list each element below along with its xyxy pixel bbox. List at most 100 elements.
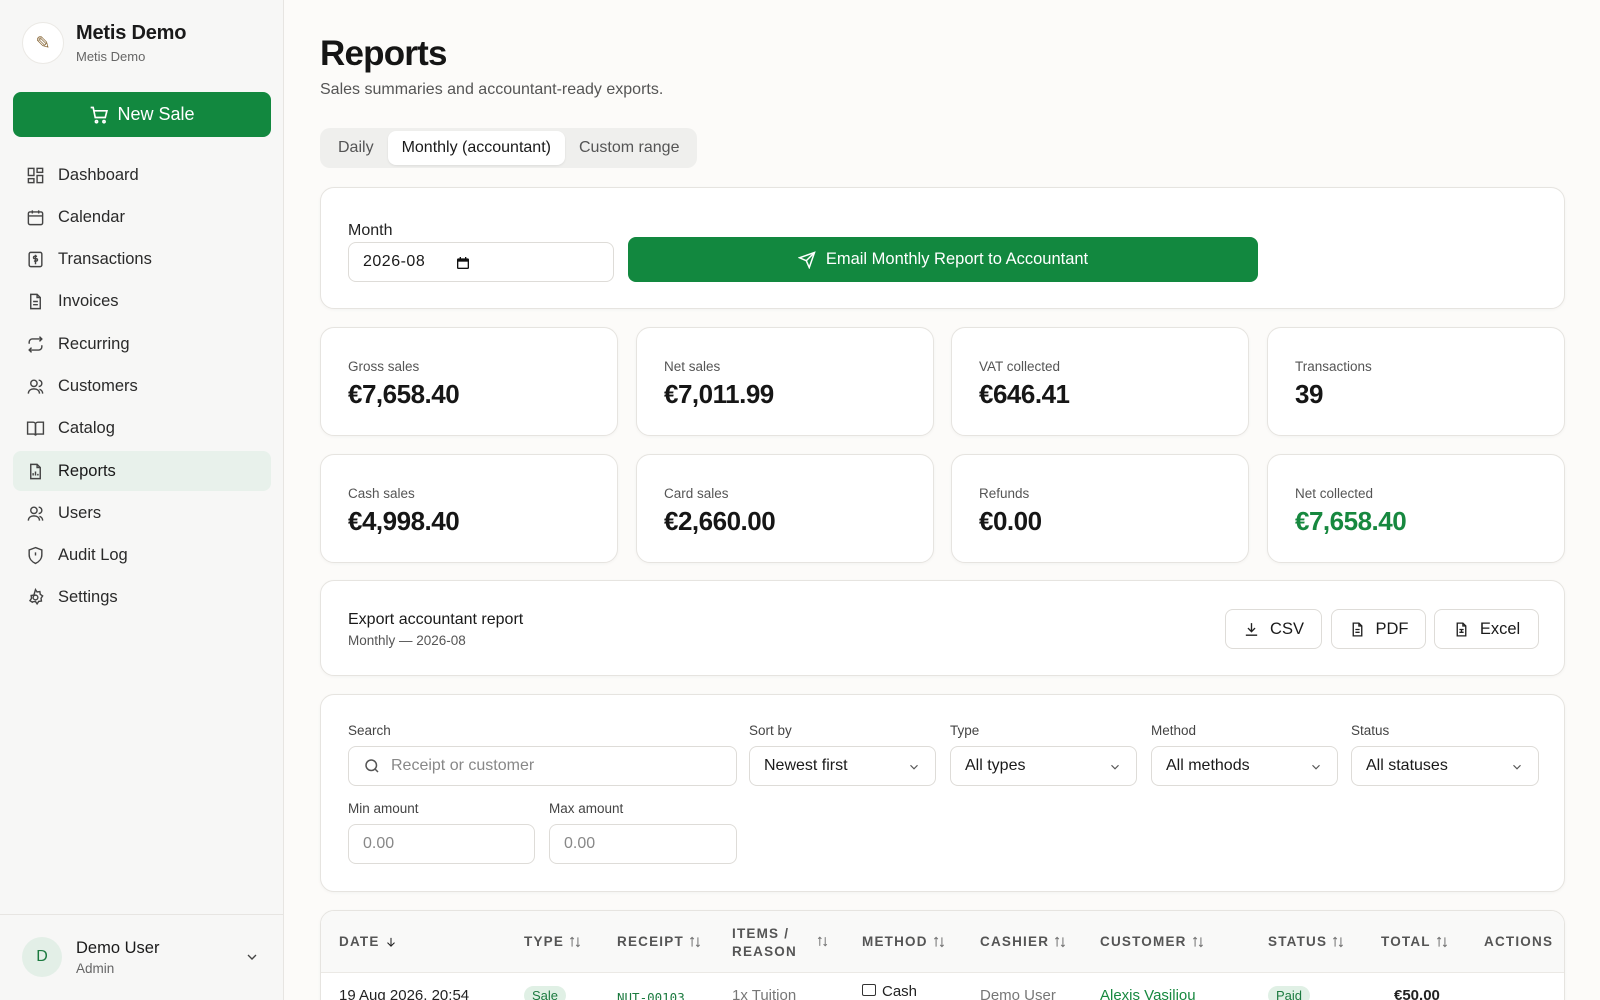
min-amount-placeholder: 0.00 [363, 835, 395, 852]
column-header-cashier[interactable]: CASHIER [980, 934, 1067, 949]
column-header-receipt[interactable]: RECEIPT [617, 934, 702, 949]
export-excel-button[interactable]: Excel [1434, 609, 1539, 649]
column-header-label: STATUS [1268, 934, 1328, 949]
brand[interactable]: ✎ Metis Demo Metis Demo [22, 22, 186, 64]
stat-transactions: Transactions 39 [1267, 327, 1565, 436]
cash-icon [862, 984, 876, 996]
brand-logo: ✎ [22, 22, 64, 64]
sidebar-item-calendar[interactable]: Calendar [13, 197, 271, 237]
chevron-down-icon[interactable] [244, 949, 260, 965]
sort-icon [933, 936, 944, 947]
sidebar-item-label: Reports [58, 461, 116, 480]
method-value: All methods [1166, 757, 1250, 774]
export-pdf-button[interactable]: PDF [1331, 609, 1426, 649]
user-role: Admin [76, 961, 115, 976]
column-header-label: REASON [732, 944, 797, 959]
report-icon [30, 463, 41, 479]
new-sale-button[interactable]: New Sale [13, 92, 271, 137]
status-select[interactable]: All statuses [1351, 746, 1539, 786]
avatar: D [22, 937, 62, 977]
users-icon [27, 506, 44, 521]
search-input[interactable]: Receipt or customer [348, 746, 737, 786]
column-header-label: ACTIONS [1484, 934, 1554, 949]
min-amount-label: Min amount [348, 801, 419, 816]
transactions-table: DATE TYPE RECEIPT ITEMS / REASON METHOD [320, 910, 1565, 1000]
sidebar-item-transactions[interactable]: Transactions [13, 240, 271, 280]
email-report-button[interactable]: Email Monthly Report to Accountant [628, 237, 1258, 282]
type-label: Type [950, 723, 980, 738]
sidebar-item-audit-log[interactable]: Audit Log [13, 536, 271, 576]
max-amount-label: Max amount [549, 801, 624, 816]
cart-icon [91, 106, 109, 124]
column-header-date[interactable]: DATE [339, 934, 398, 949]
brand-name: Metis Demo [76, 22, 187, 44]
column-header-method[interactable]: METHOD [862, 934, 946, 949]
column-header-items[interactable]: ITEMS / REASON [732, 925, 797, 961]
receipt-icon [28, 251, 43, 268]
sidebar-item-customers[interactable]: Customers [13, 366, 271, 406]
type-select[interactable]: All types [950, 746, 1137, 786]
sidebar-item-users[interactable]: Users [13, 493, 271, 533]
cell-type: Sale [524, 986, 567, 1000]
tab-monthly[interactable]: Monthly (accountant) [387, 131, 565, 165]
export-card: Export accountant report Monthly — 2026-… [320, 580, 1565, 676]
page-title: Reports [320, 34, 447, 73]
method-label: Method [1151, 723, 1197, 738]
stat-label: Net collected [1295, 486, 1374, 501]
cell-total: €50.00 [1394, 987, 1440, 1000]
send-icon [797, 250, 816, 269]
column-header-status[interactable]: STATUS [1268, 934, 1345, 949]
month-input[interactable]: 2026-08 [348, 242, 614, 282]
stat-net-sales: Net sales €7,011.99 [636, 327, 934, 436]
column-header-label: DATE [339, 934, 380, 949]
column-header-total[interactable]: TOTAL [1381, 934, 1449, 949]
sort-value: Newest first [764, 757, 848, 774]
method-select[interactable]: All methods [1151, 746, 1338, 786]
max-amount-input[interactable]: 0.00 [549, 824, 737, 864]
tab-custom-range[interactable]: Custom range [565, 131, 694, 165]
sidebar-item-catalog[interactable]: Catalog [13, 409, 271, 449]
column-header-label: TOTAL [1381, 934, 1431, 949]
sidebar-item-reports[interactable]: Reports [13, 451, 271, 492]
cell-status: Paid [1268, 986, 1311, 1000]
column-header-customer[interactable]: CUSTOMER [1100, 934, 1205, 949]
filter-card: Search Receipt or customer Sort by Newes… [320, 694, 1565, 892]
stat-card-sales: Card sales €2,660.00 [636, 454, 934, 563]
shield-icon [28, 546, 43, 565]
column-header-type[interactable]: TYPE [524, 934, 582, 949]
cell-date: 19 Aug 2026, 20:54 [339, 987, 470, 1000]
user-menu[interactable]: D Demo User Admin [0, 914, 284, 1000]
sort-select[interactable]: Newest first [749, 746, 936, 786]
export-title: Export accountant report [348, 611, 524, 628]
table-header: DATE TYPE RECEIPT ITEMS / REASON METHOD [321, 911, 1564, 973]
sort-icon [1192, 936, 1203, 947]
month-value: 2026-08 [363, 253, 426, 270]
export-csv-label: CSV [1270, 619, 1304, 638]
sidebar-item-label: Transactions [58, 250, 152, 269]
tab-daily[interactable]: Daily [324, 131, 388, 165]
sidebar-item-recurring[interactable]: Recurring [13, 324, 271, 364]
stat-value: €2,660.00 [664, 506, 776, 536]
sidebar-item-label: Calendar [58, 207, 125, 226]
search-icon [365, 759, 379, 773]
stat-label: Transactions [1295, 359, 1372, 374]
cell-customer[interactable]: Alexis Vasiliou [1100, 987, 1196, 1000]
sort-icon [689, 936, 700, 947]
sidebar-item-invoices[interactable]: Invoices [13, 282, 271, 322]
sort-icon[interactable] [816, 935, 829, 948]
stat-gross-sales: Gross sales €7,658.40 [320, 327, 618, 436]
stat-refunds: Refunds €0.00 [951, 454, 1249, 563]
sidebar-item-label: Users [58, 503, 102, 522]
sidebar-item-dashboard[interactable]: Dashboard [13, 155, 271, 195]
min-amount-input[interactable]: 0.00 [348, 824, 535, 864]
sidebar: ✎ Metis Demo Metis Demo New Sale Dashboa… [0, 0, 284, 1000]
users-icon [27, 379, 44, 394]
document-icon [1352, 621, 1362, 637]
download-icon [1245, 622, 1258, 636]
cell-receipt[interactable]: NUT-00103 [617, 990, 685, 1000]
method-value: Cash [882, 983, 918, 1000]
export-csv-button[interactable]: CSV [1225, 609, 1322, 649]
calendar-icon[interactable] [455, 255, 471, 271]
search-label: Search [348, 723, 391, 738]
sidebar-item-settings[interactable]: Settings [13, 578, 271, 618]
